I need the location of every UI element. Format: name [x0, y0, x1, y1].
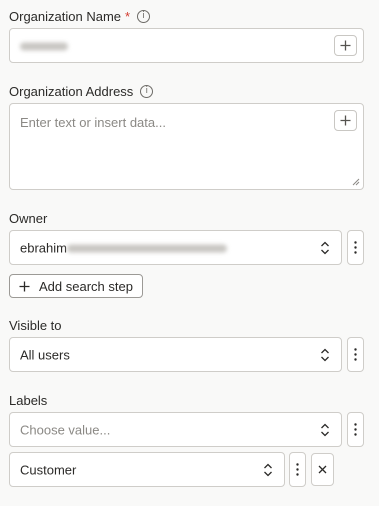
- label-item-options-button[interactable]: [289, 452, 306, 487]
- kebab-icon: [354, 423, 357, 436]
- chevron-updown-icon: [321, 348, 329, 361]
- org-address-textarea[interactable]: Enter text or insert data...: [9, 103, 364, 190]
- owner-value-prefix: ebrahim: [20, 240, 67, 255]
- chevron-updown-icon: [321, 423, 329, 436]
- org-address-placeholder: Enter text or insert data...: [20, 115, 166, 130]
- org-address-label: Organization Address i: [9, 84, 154, 99]
- owner-select[interactable]: ebrahim: [9, 230, 342, 265]
- add-search-step-label: Add search step: [39, 278, 133, 294]
- kebab-icon: [354, 241, 357, 254]
- owner-label-text: Owner: [9, 211, 48, 226]
- required-mark: *: [125, 9, 131, 24]
- labels-label-text: Labels: [9, 393, 48, 408]
- owner-options-button[interactable]: [347, 230, 364, 265]
- label-item-value: Customer: [20, 462, 77, 477]
- chevron-updown-icon: [321, 241, 329, 254]
- org-name-label-text: Organization Name: [9, 9, 121, 24]
- close-icon: [318, 465, 327, 474]
- plus-icon: [19, 281, 30, 291]
- labels-label: Labels: [9, 393, 47, 408]
- label-item-select[interactable]: Customer: [9, 452, 285, 487]
- labels-options-button[interactable]: [347, 412, 364, 447]
- info-icon[interactable]: i: [140, 85, 154, 98]
- info-icon[interactable]: i: [137, 10, 151, 23]
- visible-to-label: Visible to: [9, 318, 62, 333]
- remove-label-button[interactable]: [311, 453, 334, 486]
- owner-label: Owner: [9, 211, 47, 226]
- insert-data-button[interactable]: [334, 110, 357, 131]
- labels-select[interactable]: Choose value...: [9, 412, 342, 447]
- org-name-label: Organization Name * i: [9, 9, 151, 24]
- kebab-icon: [354, 348, 357, 361]
- visible-to-label-text: Visible to: [9, 318, 62, 333]
- add-search-step-button[interactable]: Add search step: [9, 274, 143, 298]
- chevron-updown-icon: [264, 463, 272, 476]
- org-address-label-text: Organization Address: [9, 84, 134, 99]
- owner-value: ebrahim: [20, 240, 227, 255]
- insert-data-button[interactable]: [334, 35, 357, 56]
- visible-to-options-button[interactable]: [347, 337, 364, 372]
- kebab-icon: [296, 463, 299, 476]
- org-name-value: [20, 38, 68, 53]
- org-name-field[interactable]: [9, 28, 364, 63]
- visible-to-value: All users: [20, 347, 70, 362]
- plus-icon: [340, 40, 351, 51]
- visible-to-select[interactable]: All users: [9, 337, 342, 372]
- resize-handle-icon[interactable]: [352, 178, 360, 186]
- plus-icon: [340, 115, 351, 126]
- labels-placeholder: Choose value...: [20, 422, 111, 437]
